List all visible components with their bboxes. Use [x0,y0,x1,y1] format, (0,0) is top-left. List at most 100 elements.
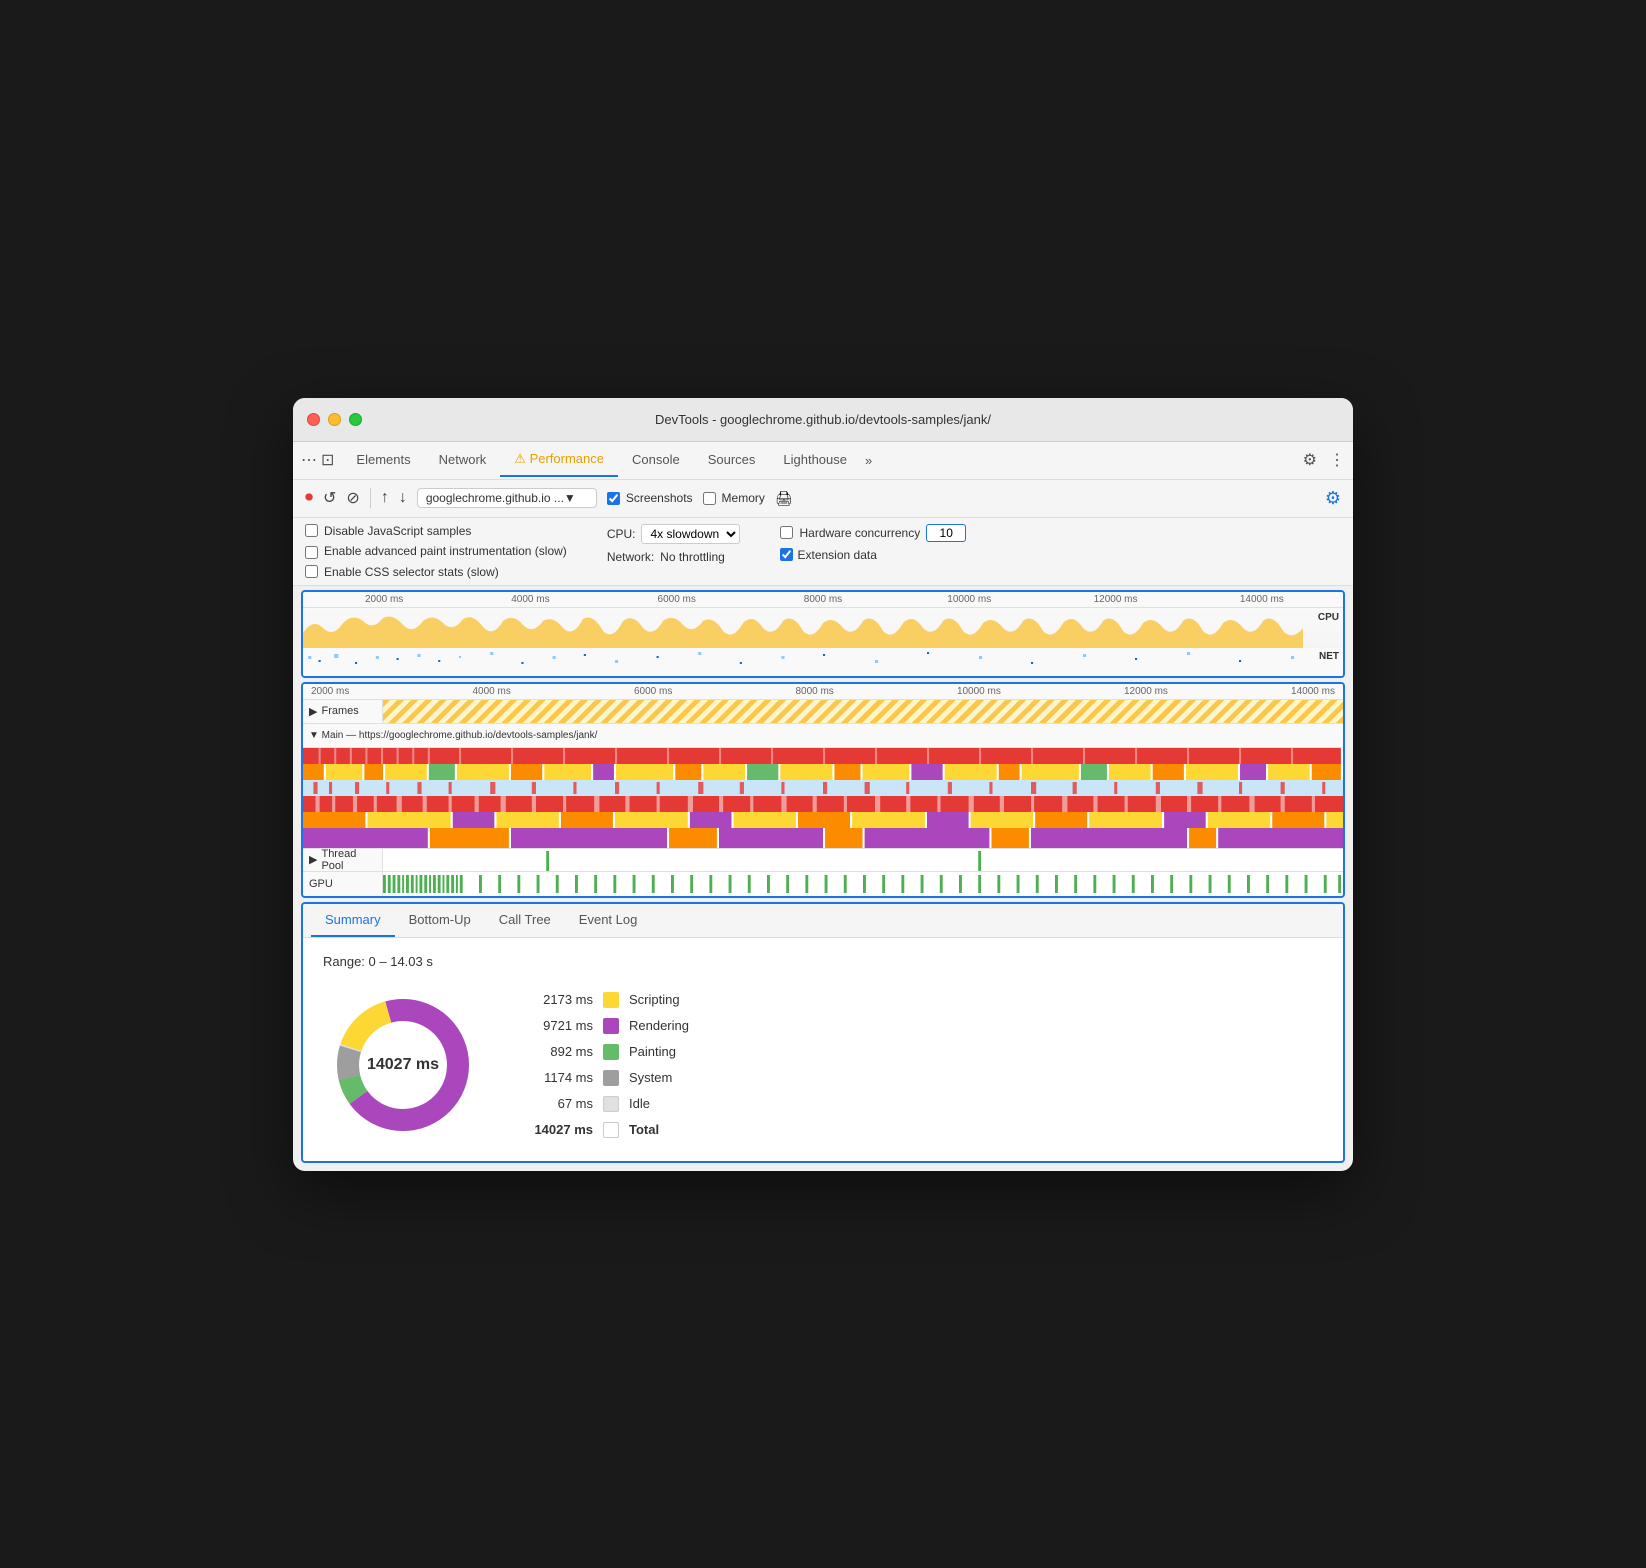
main-label-text[interactable]: ▼ Main — https://googlechrome.github.io/… [303,730,1343,741]
settings-blue-icon[interactable]: ⚙ [1325,488,1341,508]
gpu-label: GPU [303,872,383,896]
hw-option: Hardware concurrency [780,524,966,542]
settings-icon[interactable]: ⚙ [1303,450,1317,470]
main-row: ▼ Main — https://googlechrome.github.io/… [303,724,1343,748]
minimize-button[interactable] [328,413,341,426]
record-icon[interactable]: ⏺ [305,489,313,507]
timeline-area: 2000 ms 4000 ms 6000 ms 8000 ms 10000 ms… [301,682,1345,898]
disable-js-label: Disable JavaScript samples [324,524,471,538]
gpu-content[interactable] [383,872,1343,896]
frames-content[interactable] [383,700,1343,723]
maximize-button[interactable] [349,413,362,426]
frames-label[interactable]: ▶ Frames [303,700,383,723]
ruler-2000: 2000 ms [311,594,457,605]
tab-network[interactable]: Network [425,444,501,477]
frames-label-text: Frames [321,705,358,717]
scripting-label: Scripting [629,992,680,1007]
range-label: Range: 0 – 14.03 s [323,954,1323,969]
net-chart[interactable]: NET [303,648,1343,676]
thread-pool-arrow-icon: ▶ [309,853,317,866]
tab-bar-right: ⚙ ⋮ [1303,450,1345,470]
thread-pool-label[interactable]: ▶ Thread Pool [303,849,383,871]
ruler-8000: 8000 ms [750,594,896,605]
download-icon[interactable]: ↓ [399,489,407,507]
title-bar: DevTools - googlechrome.github.io/devtoo… [293,398,1353,442]
total-swatch [603,1122,619,1138]
ext-label: Extension data [797,548,876,562]
tab-summary[interactable]: Summary [311,904,395,937]
bottom-panel: Summary Bottom-Up Call Tree Event Log Ra… [301,902,1345,1163]
tl-14000: 14000 ms [1291,686,1335,697]
toolbar-separator [370,488,371,508]
cpu-label: CPU [1318,612,1339,623]
tab-elements[interactable]: Elements [342,444,424,477]
screenshots-checkbox[interactable] [607,492,620,505]
devtools-toggle-icon[interactable]: ⊡ [321,450,334,470]
legend-system: 1174 ms System [523,1070,689,1086]
total-label: Total [629,1122,659,1137]
hw-input[interactable] [926,524,966,542]
storage-icon: 🖨 [775,490,793,507]
memory-checkbox[interactable] [703,492,716,505]
enable-css-label: Enable CSS selector stats (slow) [324,565,499,579]
enable-paint-label: Enable advanced paint instrumentation (s… [324,544,567,558]
thread-pool-content[interactable] [383,849,1343,871]
scripting-ms: 2173 ms [523,992,593,1007]
legend-total: 14027 ms Total [523,1122,689,1138]
tab-bottom-up[interactable]: Bottom-Up [395,904,485,937]
tab-call-tree[interactable]: Call Tree [485,904,565,937]
tab-console[interactable]: Console [618,444,694,477]
ruler-14000: 14000 ms [1189,594,1335,605]
net-label: NET [1319,651,1339,662]
url-bar[interactable]: googlechrome.github.io ...▼ [417,488,597,508]
options-row: Disable JavaScript samples Enable advanc… [293,518,1353,586]
enable-css-option: Enable CSS selector stats (slow) [305,565,567,579]
rendering-ms: 9721 ms [523,1018,593,1033]
enable-paint-option: Enable advanced paint instrumentation (s… [305,544,567,559]
tl-8000: 8000 ms [795,686,833,697]
flame-chart[interactable] [303,748,1343,848]
tab-event-log[interactable]: Event Log [565,904,652,937]
legend-idle: 67 ms Idle [523,1096,689,1112]
flame-row-1 [303,748,1343,764]
traffic-lights [307,413,362,426]
hw-label: Hardware concurrency [799,526,920,540]
cpu-select[interactable]: 4x slowdown No throttling 2x slowdown 6x… [641,524,740,544]
painting-swatch [603,1044,619,1060]
enable-css-checkbox[interactable] [305,565,318,578]
network-value: No throttling [660,550,725,564]
refresh-icon[interactable]: ↺ [323,488,336,508]
tab-performance[interactable]: ⚠ Performance [500,443,618,477]
ext-checkbox[interactable] [780,548,793,561]
overview-area: 2000 ms 4000 ms 6000 ms 8000 ms 10000 ms… [301,590,1345,678]
more-icon[interactable]: ⋮ [1329,450,1345,470]
scripting-swatch [603,992,619,1008]
ruler-10000: 10000 ms [896,594,1042,605]
devtools-window: DevTools - googlechrome.github.io/devtoo… [293,398,1353,1171]
legend-table: 2173 ms Scripting 9721 ms Rendering 892 … [523,992,689,1138]
clear-icon[interactable]: ⊘ [346,488,359,508]
cpu-label: CPU: [607,527,636,541]
legend-scripting: 2173 ms Scripting [523,992,689,1008]
hw-checkbox[interactable] [780,526,793,539]
disable-js-checkbox[interactable] [305,524,318,537]
flame-row-4 [303,796,1343,812]
summary-layout: 14027 ms 2173 ms Scripting 9721 ms [323,985,1323,1145]
tab-more[interactable]: » [865,453,872,468]
upload-icon[interactable]: ↑ [381,489,389,507]
enable-paint-checkbox[interactable] [305,546,318,559]
tl-2000: 2000 ms [311,686,349,697]
donut-center-value: 14027 ms [367,1056,439,1074]
cpu-chart[interactable]: CPU [303,608,1343,648]
total-ms: 14027 ms [523,1122,593,1137]
thread-pool-label-text: Thread Pool [321,848,376,872]
cpu-option: CPU: 4x slowdown No throttling 2x slowdo… [607,524,741,544]
close-button[interactable] [307,413,320,426]
network-option: Network: No throttling [607,550,741,564]
tab-sources[interactable]: Sources [694,444,770,477]
options-hw: Hardware concurrency Extension data [780,524,966,562]
tab-lighthouse[interactable]: Lighthouse [769,444,861,477]
gpu-row: GPU [303,872,1343,896]
flame-row-5 [303,812,1343,828]
tl-12000: 12000 ms [1124,686,1168,697]
